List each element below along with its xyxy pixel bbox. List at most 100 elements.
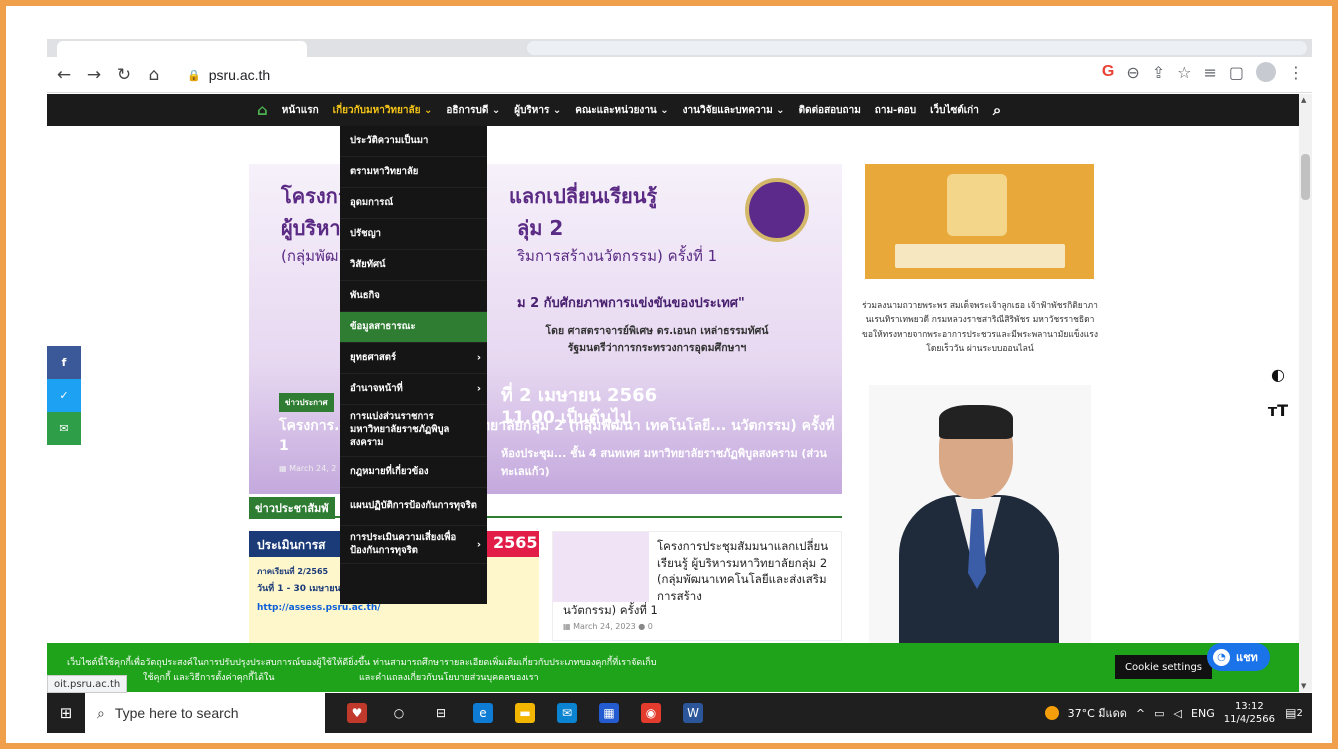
news-card-comments: 0 — [647, 622, 653, 631]
cookie-text-line1: เว็บไซต์นี้ใช้คุกกี้เพื่อวัตถุประสงค์ในก… — [67, 658, 657, 668]
news-card-title-cont[interactable]: นวัตกรรม) ครั้งที่ 1 — [563, 602, 658, 620]
news-card-meta: ▦ March 24, 2023 ● 0 — [563, 622, 653, 631]
ad-url[interactable]: http://assess.psru.ac.th/ — [257, 603, 381, 613]
profile-icon[interactable] — [1256, 62, 1276, 82]
store-icon[interactable]: ▦ — [599, 703, 619, 723]
cookie-settings-button[interactable]: Cookie settings — [1115, 655, 1212, 679]
news-thumbnail[interactable] — [553, 532, 649, 602]
home-icon[interactable]: ⌂ — [141, 62, 167, 88]
news-tag[interactable]: ข่าวประกาศ — [279, 393, 334, 412]
menu-icon[interactable]: ⋮ — [1288, 63, 1304, 82]
cookie-text-line3[interactable]: และคำแถลงเกี่ยวกับนโยบายส่วนบุคคลของเรา — [359, 670, 539, 684]
dropdown-item-label: วิสัยทัศน์ — [350, 258, 386, 270]
reload-icon[interactable]: ↻ — [111, 62, 137, 88]
forward-icon[interactable]: → — [81, 62, 107, 88]
nav-item-faculties[interactable]: คณะและหน่วยงาน ⌄ — [575, 103, 668, 118]
taskbar-apps: ♥ ○ ⊟ e ▬ ✉ ▦ ◉ W — [347, 703, 703, 723]
dropdown-item-emblem[interactable]: ตรามหาวิทยาลัย — [340, 157, 487, 188]
dropdown-item-vision[interactable]: วิสัยทัศน์ — [340, 250, 487, 281]
dropdown-item-divisions[interactable]: การแบ่งส่วนราชการมหาวิทยาลัยราชภัฏพิบูลส… — [340, 405, 487, 457]
dropdown-item-anticorruption-plan[interactable]: แผนปฏิบัติการป้องกันการทุจริต — [340, 488, 487, 526]
banner-meta-date: March 24, 2 — [289, 464, 337, 473]
status-bar-url: oit.psru.ac.th — [47, 675, 128, 693]
dropdown-item-mission[interactable]: พันธกิจ — [340, 281, 487, 312]
search-icon[interactable]: ⌕ — [993, 101, 1001, 119]
windows-start-icon[interactable]: ⊞ — [47, 693, 85, 733]
font-size-icon[interactable]: тT — [1265, 392, 1291, 428]
nav-item-old-site[interactable]: เว็บไซต์เก่า — [930, 103, 979, 118]
star-icon[interactable]: ☆ — [1177, 63, 1191, 82]
dropdown-item-philosophy[interactable]: ปรัชญา — [340, 219, 487, 250]
dropdown-item-ideology[interactable]: อุดมการณ์ — [340, 188, 487, 219]
weather-text[interactable]: 37°C มีแดด — [1068, 704, 1127, 722]
lock-icon[interactable]: 🔒 — [187, 69, 201, 82]
home-nav-icon[interactable]: ⌂ — [257, 101, 268, 119]
address-bar-row: ← → ↻ ⌂ 🔒 psru.ac.th G ⊖ ⇪ ☆ ≡ ▢ ⋮ — [47, 57, 1312, 93]
dropdown-item-risk-assessment[interactable]: การประเมินความเสี่ยงเพื่อป้องกันการทุจริ… — [340, 526, 487, 564]
scroll-down-icon[interactable]: ▼ — [1301, 682, 1306, 690]
volume-icon[interactable]: ◁ — [1174, 707, 1182, 720]
search-icon: ⌕ — [97, 704, 105, 721]
calendar-icon: ▦ — [279, 464, 290, 473]
hero-banner[interactable]: โครงกา ผู้บริหา (กลุ่มพัฒ แลกเปลี่ยนเรีย… — [249, 164, 842, 494]
news-widget-icon[interactable]: ♥ — [347, 703, 367, 723]
nav-item-contact[interactable]: ติดต่อสอบถาม — [799, 103, 861, 118]
active-tab[interactable] — [57, 41, 307, 57]
scroll-up-icon[interactable]: ▲ — [1301, 96, 1306, 104]
nav-item-about[interactable]: เกี่ยวกับมหาวิทยาลัย ⌄ — [333, 103, 433, 118]
google-icon[interactable]: G — [1102, 63, 1114, 81]
cortana-icon[interactable]: ○ — [389, 703, 409, 723]
weather-sun-icon[interactable] — [1044, 706, 1059, 720]
royal-portrait-image — [947, 174, 1007, 236]
chevron-right-icon: › — [476, 352, 481, 364]
edge-icon[interactable]: e — [473, 703, 493, 723]
email-icon[interactable]: ✉ — [47, 412, 81, 445]
scrollbar-thumb[interactable] — [1301, 154, 1310, 200]
notification-icon[interactable]: ▤ 2 — [1284, 703, 1304, 723]
dropdown-item-public-info[interactable]: ข้อมูลสาธารณะ — [340, 312, 487, 343]
twitter-icon[interactable]: ✓ — [47, 379, 81, 412]
royal-wishes-banner[interactable] — [865, 164, 1094, 279]
back-icon[interactable]: ← — [51, 62, 77, 88]
dropdown-item-history[interactable]: ประวัติความเป็นมา — [340, 126, 487, 157]
language-indicator[interactable]: ENG — [1191, 707, 1215, 720]
social-share-bar: f ✓ ✉ — [47, 346, 81, 445]
share-icon[interactable]: ⇪ — [1152, 63, 1165, 82]
page-scrollbar[interactable]: ▲ ▼ — [1299, 94, 1312, 692]
calendar-icon: ▦ — [563, 622, 574, 631]
dropdown-item-authority[interactable]: อำนาจหน้าที่ › — [340, 374, 487, 405]
news-card[interactable]: โครงการประชุมสัมมนาแลกเปลี่ยนเรียนรู้ ผู… — [552, 531, 842, 641]
nav-item-faq[interactable]: ถาม-ตอบ — [875, 103, 916, 118]
chrome-icon[interactable]: ◉ — [641, 703, 661, 723]
side-panel-icon[interactable]: ▢ — [1229, 63, 1244, 82]
news-card-title[interactable]: โครงการประชุมสัมมนาแลกเปลี่ยนเรียนรู้ ผู… — [657, 538, 843, 605]
webpage: ⌂ หน้าแรก เกี่ยวกับมหาวิทยาลัย ⌄ อธิการบ… — [47, 94, 1312, 692]
nav-item-president[interactable]: อธิการบดี ⌄ — [446, 103, 500, 118]
facebook-icon[interactable]: f — [47, 346, 81, 379]
task-view-icon[interactable]: ⊟ — [431, 703, 451, 723]
royal-banner-caption — [895, 244, 1065, 268]
comment-icon: ● — [638, 622, 648, 631]
tray-chevron-icon[interactable]: ^ — [1136, 707, 1145, 720]
chat-button[interactable]: ◔ แชท — [1207, 643, 1270, 671]
zoom-icon[interactable]: ⊖ — [1126, 63, 1139, 82]
contrast-icon[interactable]: ◐ — [1265, 356, 1291, 392]
network-icon[interactable]: ▭ — [1154, 707, 1164, 720]
word-icon[interactable]: W — [683, 703, 703, 723]
nav-item-home[interactable]: หน้าแรก — [282, 103, 319, 118]
dropdown-item-strategy[interactable]: ยุทธศาสตร์ › — [340, 343, 487, 374]
nav-item-executives[interactable]: ผู้บริหาร ⌄ — [514, 103, 561, 118]
royal-wishes-text[interactable]: ร่วมลงนามถวายพระพร สมเด็จพระเจ้าลูกเธอ เ… — [862, 299, 1098, 357]
dropdown-item-laws[interactable]: กฎหมายที่เกี่ยวข้อง — [340, 457, 487, 488]
nav-item-research[interactable]: งานวิจัยและบทความ ⌄ — [683, 103, 785, 118]
reading-list-icon[interactable]: ≡ — [1203, 63, 1216, 82]
mail-icon[interactable]: ✉ — [557, 703, 577, 723]
browser-window: ← → ↻ ⌂ 🔒 psru.ac.th G ⊖ ⇪ ☆ ≡ ▢ ⋮ ⌂ หน้… — [47, 39, 1312, 733]
taskbar-clock[interactable]: 13:12 11/4/2566 — [1224, 700, 1275, 726]
address-bar[interactable]: 🔒 psru.ac.th — [187, 63, 1257, 87]
file-explorer-icon[interactable]: ▬ — [515, 703, 535, 723]
browser-toolbar-icons: G ⊖ ⇪ ☆ ≡ ▢ ⋮ — [1102, 62, 1304, 82]
url-text[interactable]: psru.ac.th — [209, 67, 270, 83]
banner-meta: ▦ March 24, 2 — [279, 464, 336, 473]
taskbar-search-box[interactable]: ⌕ Type here to search — [85, 693, 325, 733]
